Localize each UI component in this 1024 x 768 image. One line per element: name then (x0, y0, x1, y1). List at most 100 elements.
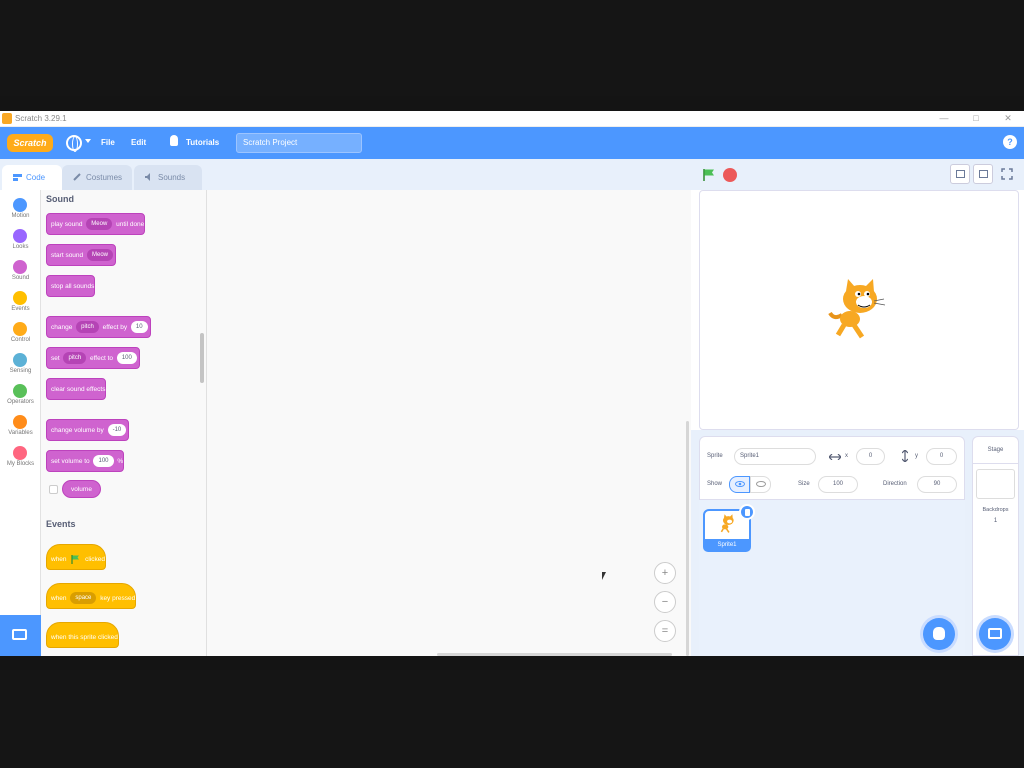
show-hidden-button[interactable] (750, 476, 771, 493)
minimize-button[interactable]: — (934, 113, 954, 123)
large-stage-button[interactable] (973, 164, 993, 184)
script-area[interactable] (207, 190, 691, 656)
block-play-sound-until-done[interactable]: play sound Meow until done (46, 213, 146, 235)
volume-checkbox[interactable] (49, 485, 58, 494)
sound-dot-icon (13, 260, 27, 274)
sprite-name-input[interactable]: Sprite1 (734, 448, 816, 465)
add-extension-button[interactable] (0, 615, 41, 656)
size-input[interactable]: 100 (818, 476, 858, 493)
number-input[interactable]: 100 (116, 352, 137, 365)
x-input[interactable]: 0 (856, 448, 885, 465)
show-visible-button[interactable] (729, 476, 750, 493)
category-label: Events (11, 306, 30, 312)
block-palette: Sound play sound Meow until done start s… (41, 190, 207, 656)
stop-icon[interactable] (723, 168, 737, 182)
scratch-app-icon (2, 113, 12, 124)
block-when-sprite-clicked[interactable]: when this sprite clicked (46, 622, 119, 648)
number-input[interactable]: 100 (93, 455, 114, 468)
category-events[interactable]: Events (0, 287, 41, 318)
effect-menu[interactable]: pitch (63, 352, 87, 365)
category-menu: Motion Looks Sound Events Control Sensin… (0, 190, 41, 656)
large-stage-icon (979, 170, 988, 178)
stage[interactable] (699, 190, 1019, 430)
block-set-effect[interactable]: set pitch effect to 100 (46, 347, 140, 369)
delete-sprite-button[interactable] (739, 504, 755, 520)
block-start-sound[interactable]: start sound Meow (46, 244, 116, 266)
tutorials-menu[interactable]: Tutorials (186, 138, 219, 147)
category-label: Sensing (9, 368, 32, 374)
palette-scrollbar[interactable] (200, 333, 204, 383)
brush-icon (73, 173, 81, 181)
block-text: until done (116, 221, 145, 228)
category-operators[interactable]: Operators (0, 380, 41, 411)
mouse-cursor-icon (602, 572, 606, 580)
block-text: clicked (85, 556, 106, 563)
sound-menu[interactable]: Meow (86, 218, 113, 231)
trash-icon (745, 509, 750, 516)
direction-input[interactable]: 90 (917, 476, 957, 493)
variables-dot-icon (13, 415, 27, 429)
key-menu[interactable]: space (70, 592, 97, 605)
project-title-input[interactable]: Scratch Project (236, 133, 362, 153)
maximize-button[interactable]: □ (966, 113, 986, 123)
category-motion[interactable]: Motion (0, 194, 41, 225)
effect-menu[interactable]: pitch (76, 321, 99, 334)
file-menu[interactable]: File (101, 138, 115, 147)
help-icon[interactable]: ? (1003, 135, 1017, 149)
zoom-in-button[interactable]: + (654, 562, 676, 584)
show-label: Show (707, 481, 723, 487)
category-sound[interactable]: Sound (0, 256, 41, 287)
category-label: Variables (8, 430, 33, 436)
globe-icon[interactable] (66, 135, 82, 152)
block-clear-sound-effects[interactable]: clear sound effects (46, 378, 107, 400)
choose-backdrop-button[interactable] (979, 618, 1011, 650)
block-change-effect[interactable]: change pitch effect by 10 (46, 316, 151, 338)
script-vertical-scrollbar[interactable] (686, 421, 689, 656)
y-input[interactable]: 0 (926, 448, 957, 465)
category-variables[interactable]: Variables (0, 411, 41, 442)
stage-thumbnail[interactable] (976, 469, 1015, 499)
cat-sprite-icon[interactable] (824, 275, 894, 345)
block-stop-all-sounds[interactable]: stop all sounds (46, 275, 96, 297)
scratch-logo[interactable]: Scratch (7, 134, 53, 152)
letterbox-top (0, 0, 1024, 96)
script-horizontal-scrollbar[interactable] (437, 653, 672, 656)
backdrops-label: Backdrops (982, 507, 1009, 513)
looks-dot-icon (13, 229, 27, 243)
tab-code[interactable]: Code (2, 165, 62, 190)
small-stage-button[interactable] (950, 164, 970, 184)
sprite-info-panel: Sprite Sprite1 x 0 y 0 Show Size 100 Dir… (699, 436, 965, 500)
block-when-key-pressed[interactable]: when space key pressed (46, 583, 137, 609)
tab-sounds[interactable]: Sounds (134, 165, 202, 190)
category-looks[interactable]: Looks (0, 225, 41, 256)
block-set-volume[interactable]: set volume to 100 % (46, 450, 125, 472)
category-label: Operators (7, 399, 34, 405)
block-volume-reporter[interactable]: volume (62, 480, 101, 498)
scratch-window: Scratch 3.29.1 — □ ✕ Scratch File Edit T… (0, 111, 1024, 656)
choose-sprite-button[interactable] (923, 618, 955, 650)
category-control[interactable]: Control (0, 318, 41, 349)
number-input[interactable]: -10 (107, 424, 127, 437)
category-my-blocks[interactable]: My Blocks (0, 442, 41, 473)
category-sensing[interactable]: Sensing (0, 349, 41, 380)
block-text: when (51, 556, 67, 563)
backdrops-count: 1 (993, 518, 998, 524)
sprite-thumbnail-label: Sprite1 (703, 539, 751, 552)
zoom-out-button[interactable]: − (654, 591, 676, 613)
fullscreen-button[interactable] (997, 164, 1017, 184)
block-change-volume[interactable]: change volume by -10 (46, 419, 130, 441)
block-text: set (51, 355, 60, 362)
block-when-flag-clicked[interactable]: when clicked (46, 544, 107, 570)
close-button[interactable]: ✕ (998, 113, 1018, 124)
sensing-dot-icon (13, 353, 27, 367)
green-flag-icon[interactable] (702, 168, 716, 182)
cat-thumbnail-icon (720, 514, 734, 533)
sound-menu[interactable]: Meow (86, 249, 113, 262)
code-icon (13, 174, 22, 181)
tab-costumes[interactable]: Costumes (62, 165, 132, 190)
size-label: Size (798, 481, 810, 487)
number-input[interactable]: 10 (130, 321, 148, 334)
zoom-reset-button[interactable]: = (654, 620, 676, 642)
edit-menu[interactable]: Edit (131, 138, 146, 147)
small-stage-icon (956, 170, 965, 178)
